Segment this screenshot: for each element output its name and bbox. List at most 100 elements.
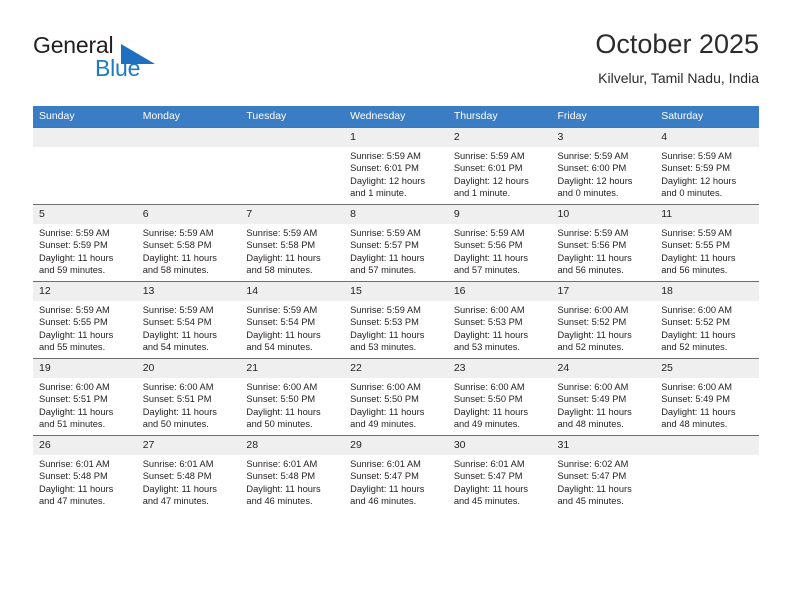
daylight-duration-line1: Daylight: 11 hours [142,483,217,494]
day-cell-inner: 4 Sunrise: 5:59 AM Sunset: 5:59 PM Daylight… [655,128,759,204]
sunrise-time: Sunrise: 6:01 AM [39,459,110,469]
calendar-day-cell[interactable]: 31 Sunrise: 6:02 AM Sunset: 5:47 PM Dayligh… [551,435,656,512]
daylight-duration-line1: Daylight: 11 hours [142,406,217,417]
daylight-duration-line1: Daylight: 12 hours [350,175,426,186]
day-sun-info: Sunrise: 5:59 AM Sunset: 5:59 PM Daylight:… [655,147,759,199]
day-cell-inner: 16 Sunrise: 6:00 AM Sunset: 5:53 PM Dayligh… [447,282,552,358]
calendar-day-cell[interactable]: 16 Sunrise: 6:00 AM Sunset: 5:53 PM Dayligh… [447,281,552,359]
sunrise-time: Sunrise: 6:00 AM [453,382,525,392]
calendar-day-cell[interactable]: 25 Sunrise: 6:00 AM Sunset: 5:49 PM Dayligh… [655,358,759,436]
day-number: 21 [240,359,345,378]
sunrise-time: Sunrise: 6:00 AM [557,305,629,315]
daylight-duration-line1: Daylight: 11 hours [557,483,632,494]
sunrise-time: Sunrise: 5:59 AM [142,228,214,238]
day-cell-inner: 6 Sunrise: 5:59 AM Sunset: 5:58 PM Daylight… [136,205,241,281]
calendar-day-cell[interactable]: 21 Sunrise: 6:00 AM Sunset: 5:50 PM Dayligh… [240,358,345,436]
calendar-day-cell[interactable]: 22 Sunrise: 6:00 AM Sunset: 5:50 PM Dayligh… [344,358,448,436]
sunset-time: Sunset: 5:58 PM [246,240,316,251]
day-sun-info: Sunrise: 5:59 AM Sunset: 5:56 PM Daylight:… [448,224,552,276]
calendar-day-cell[interactable]: 17 Sunrise: 6:00 AM Sunset: 5:52 PM Dayligh… [551,281,656,359]
day-number: 29 [344,436,448,455]
day-cell-inner: 12 Sunrise: 5:59 AM Sunset: 5:55 PM Dayligh… [33,282,137,358]
sunset-time: Sunset: 5:50 PM [350,394,419,405]
calendar-day-cell[interactable]: 12 Sunrise: 5:59 AM Sunset: 5:55 PM Dayligh… [33,281,137,359]
weekday-header-friday: Friday [551,106,656,128]
day-number: 8 [344,205,448,224]
day-cell-inner: 26 Sunrise: 6:01 AM Sunset: 5:48 PM Dayligh… [33,436,137,512]
day-number: 2 [447,128,552,147]
calendar-day-cell[interactable]: 28 Sunrise: 6:01 AM Sunset: 5:48 PM Dayligh… [240,435,345,512]
weekday-header-tuesday: Tuesday [240,106,345,128]
daylight-duration-line1: Daylight: 12 hours [661,175,737,186]
calendar-day-cell[interactable]: 19 Sunrise: 6:00 AM Sunset: 5:51 PM Dayligh… [33,358,137,436]
calendar-day-cell[interactable]: 26 Sunrise: 6:01 AM Sunset: 5:48 PM Dayligh… [33,435,137,512]
calendar-day-cell[interactable]: 2 Sunrise: 5:59 AM Sunset: 6:01 PM Daylight… [447,127,552,205]
calendar-day-cell[interactable]: 10 Sunrise: 5:59 AM Sunset: 5:56 PM Dayligh… [551,204,656,282]
daylight-duration-line2: and 49 minutes. [453,418,520,429]
calendar-day-cell[interactable]: 29 Sunrise: 6:01 AM Sunset: 5:47 PM Dayligh… [344,435,448,512]
sunrise-time: Sunrise: 5:59 AM [142,305,214,315]
day-cell-inner [240,128,345,204]
calendar-day-cell[interactable]: 18 Sunrise: 6:00 AM Sunset: 5:52 PM Dayligh… [655,281,759,359]
sunset-time: Sunset: 5:58 PM [142,240,212,251]
sunset-time: Sunset: 5:47 PM [453,471,523,482]
sunrise-time: Sunrise: 6:01 AM [246,459,318,469]
calendar-day-cell[interactable]: 7 Sunrise: 5:59 AM Sunset: 5:58 PM Daylight… [240,204,345,282]
day-cell-inner: 8 Sunrise: 5:59 AM Sunset: 5:57 PM Daylight… [344,205,448,281]
calendar-day-cell[interactable]: 11 Sunrise: 5:59 AM Sunset: 5:55 PM Dayligh… [655,204,759,282]
calendar-day-cell[interactable]: 27 Sunrise: 6:01 AM Sunset: 5:48 PM Dayligh… [136,435,241,512]
calendar-day-cell[interactable]: 6 Sunrise: 5:59 AM Sunset: 5:58 PM Daylight… [136,204,241,282]
calendar-day-cell[interactable]: 13 Sunrise: 5:59 AM Sunset: 5:54 PM Dayligh… [136,281,241,359]
calendar-day-cell[interactable]: 9 Sunrise: 5:59 AM Sunset: 5:56 PM Daylight… [447,204,552,282]
calendar-day-cell[interactable]: 4 Sunrise: 5:59 AM Sunset: 5:59 PM Daylight… [655,127,759,205]
daylight-duration-line2: and 48 minutes. [557,418,624,429]
calendar-day-cell[interactable]: 23 Sunrise: 6:00 AM Sunset: 5:50 PM Dayligh… [447,358,552,436]
sunset-time: Sunset: 5:47 PM [350,471,419,482]
calendar-day-cell[interactable]: 24 Sunrise: 6:00 AM Sunset: 5:49 PM Dayligh… [551,358,656,436]
daylight-duration-line1: Daylight: 11 hours [39,329,114,340]
weekday-header-sunday: Sunday [33,106,137,128]
sunset-time: Sunset: 5:51 PM [39,394,108,405]
daylight-duration-line2: and 52 minutes. [557,341,624,352]
calendar-day-cell[interactable]: 15 Sunrise: 5:59 AM Sunset: 5:53 PM Dayligh… [344,281,448,359]
daylight-duration-line1: Daylight: 11 hours [557,406,632,417]
sunset-time: Sunset: 6:01 PM [350,163,419,174]
daylight-duration-line2: and 46 minutes. [350,495,417,506]
calendar-day-cell-empty [33,127,137,205]
day-cell-inner: 24 Sunrise: 6:00 AM Sunset: 5:49 PM Dayligh… [551,359,656,435]
calendar-day-cell[interactable]: 3 Sunrise: 5:59 AM Sunset: 6:00 PM Daylight… [551,127,656,205]
sunset-time: Sunset: 5:49 PM [557,394,627,405]
day-cell-inner: 14 Sunrise: 5:59 AM Sunset: 5:54 PM Dayligh… [240,282,345,358]
sunset-time: Sunset: 5:55 PM [661,240,730,251]
day-number: 31 [551,436,656,455]
day-sun-info: Sunrise: 5:59 AM Sunset: 5:53 PM Daylight:… [344,301,448,353]
calendar-day-cell[interactable]: 30 Sunrise: 6:01 AM Sunset: 5:47 PM Dayligh… [447,435,552,512]
daylight-duration-line2: and 48 minutes. [661,418,728,429]
generalblue-logo[interactable]: General Blue [33,32,253,88]
sunrise-time: Sunrise: 5:59 AM [350,151,421,161]
day-number: 27 [136,436,241,455]
sunset-time: Sunset: 5:52 PM [557,317,627,328]
day-cell-inner: 22 Sunrise: 6:00 AM Sunset: 5:50 PM Dayligh… [344,359,448,435]
calendar-day-cell[interactable]: 14 Sunrise: 5:59 AM Sunset: 5:54 PM Dayligh… [240,281,345,359]
daylight-duration-line1: Daylight: 11 hours [350,329,425,340]
daylight-duration-line2: and 58 minutes. [142,264,209,275]
calendar-day-cell[interactable]: 5 Sunrise: 5:59 AM Sunset: 5:59 PM Daylight… [33,204,137,282]
day-sun-info: Sunrise: 6:01 AM Sunset: 5:48 PM Daylight:… [137,455,241,507]
day-number [240,128,345,147]
calendar-day-cell[interactable]: 1 Sunrise: 5:59 AM Sunset: 6:01 PM Daylight… [344,127,448,205]
day-sun-info: Sunrise: 6:00 AM Sunset: 5:50 PM Daylight:… [240,378,344,430]
calendar-day-cell[interactable]: 20 Sunrise: 6:00 AM Sunset: 5:51 PM Dayligh… [136,358,241,436]
daylight-duration-line1: Daylight: 11 hours [39,406,114,417]
daylight-duration-line2: and 47 minutes. [142,495,209,506]
sunrise-time: Sunrise: 6:00 AM [661,382,733,392]
sunrise-time: Sunrise: 6:00 AM [557,382,629,392]
sunrise-time: Sunrise: 6:01 AM [350,459,421,469]
day-number: 16 [447,282,552,301]
daylight-duration-line1: Daylight: 11 hours [39,252,114,263]
day-cell-inner: 19 Sunrise: 6:00 AM Sunset: 5:51 PM Dayligh… [33,359,137,435]
sunset-time: Sunset: 6:00 PM [557,163,627,174]
daylight-duration-line1: Daylight: 11 hours [557,252,632,263]
daylight-duration-line1: Daylight: 11 hours [350,252,425,263]
calendar-day-cell[interactable]: 8 Sunrise: 5:59 AM Sunset: 5:57 PM Daylight… [344,204,448,282]
